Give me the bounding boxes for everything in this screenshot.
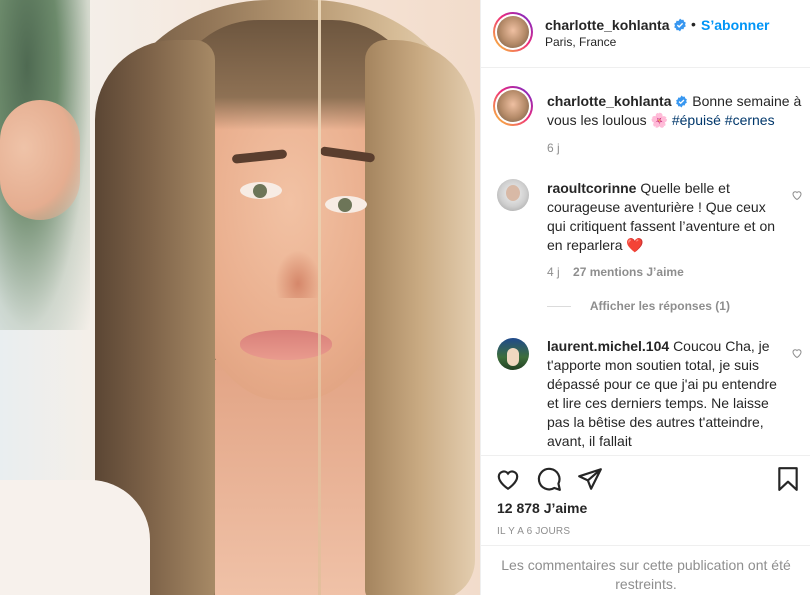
comment-like-icon[interactable] bbox=[791, 347, 803, 359]
verified-badge-icon bbox=[674, 18, 686, 32]
comment-time[interactable]: 4 j bbox=[547, 265, 560, 279]
comment-text: laurent.michel.104 Coucou Cha, je t'appo… bbox=[547, 337, 787, 451]
comment-like-icon[interactable] bbox=[791, 189, 803, 201]
photo-hand bbox=[0, 100, 80, 220]
like-count[interactable]: 12 878 J’aime bbox=[497, 500, 587, 516]
post-date[interactable]: IL Y A 6 JOURS bbox=[497, 526, 570, 537]
post-location[interactable]: Paris, France bbox=[545, 35, 616, 49]
comment-text: raoultcorinne Quelle belle et courageuse… bbox=[547, 179, 787, 255]
follow-button[interactable]: S’abonner bbox=[701, 17, 769, 33]
caption-username[interactable]: charlotte_kohlanta bbox=[547, 93, 671, 109]
view-replies-button[interactable]: Afficher les réponses (1) bbox=[547, 299, 730, 313]
post-photo[interactable] bbox=[0, 0, 480, 595]
photo-shirt bbox=[0, 480, 150, 595]
separator-dot: • bbox=[691, 16, 696, 32]
avatar[interactable] bbox=[493, 86, 533, 126]
photo-eye bbox=[325, 196, 367, 213]
caption-time[interactable]: 6 j bbox=[547, 141, 560, 155]
bookmark-icon[interactable] bbox=[775, 466, 801, 492]
heart-emoji: ❤️ bbox=[626, 237, 644, 253]
commenter-avatar[interactable] bbox=[497, 338, 529, 370]
hashtag-link[interactable]: #cernes bbox=[725, 112, 775, 128]
comment-likes[interactable]: 27 mentions J’aime bbox=[573, 265, 684, 279]
hashtag-link[interactable]: #épuisé bbox=[672, 112, 721, 128]
flower-emoji: 🌸 bbox=[650, 112, 668, 128]
share-icon[interactable] bbox=[577, 466, 603, 492]
post-header: charlotte_kohlanta • S’abonner Paris, Fr… bbox=[481, 0, 810, 68]
commenter-username[interactable]: laurent.michel.104 bbox=[547, 338, 669, 354]
commenter-avatar[interactable] bbox=[497, 179, 529, 211]
view-replies-label: Afficher les réponses (1) bbox=[589, 299, 730, 313]
comment-icon[interactable] bbox=[536, 466, 562, 492]
replies-divider bbox=[547, 306, 571, 308]
photo-hair-right bbox=[365, 40, 475, 595]
author-username[interactable]: charlotte_kohlanta bbox=[545, 17, 669, 33]
caption-text: charlotte_kohlanta Bonne semaine à vous … bbox=[547, 92, 809, 130]
photo-nose bbox=[275, 250, 321, 298]
commenter-username[interactable]: raoultcorinne bbox=[547, 180, 636, 196]
avatar[interactable] bbox=[493, 12, 533, 52]
comments-restricted-notice: Les commentaires sur cette publication o… bbox=[481, 545, 810, 595]
photo-hair-strand bbox=[318, 0, 321, 595]
comment-body: Coucou Cha, je t'apporte mon soutien tot… bbox=[547, 338, 777, 449]
photo-eye bbox=[240, 182, 282, 199]
post-side-panel: charlotte_kohlanta • S’abonner Paris, Fr… bbox=[480, 0, 810, 595]
verified-badge-icon bbox=[676, 95, 688, 108]
heart-icon[interactable] bbox=[495, 466, 521, 492]
comment-meta: 4 j 27 mentions J’aime bbox=[547, 265, 684, 279]
post-actions: 12 878 J’aime IL Y A 6 JOURS Les comment… bbox=[481, 455, 810, 595]
comments-list[interactable]: charlotte_kohlanta Bonne semaine à vous … bbox=[481, 69, 810, 455]
